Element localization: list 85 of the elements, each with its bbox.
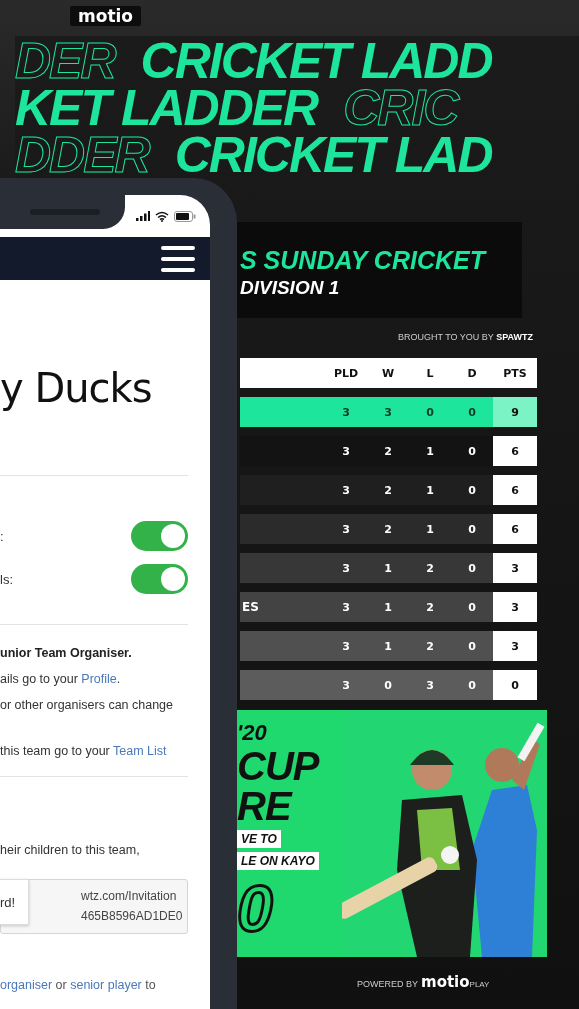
table-cell-text: 0 xyxy=(467,677,477,694)
table-cell-text: 3 xyxy=(341,560,351,577)
battery-icon xyxy=(174,210,196,222)
table-cell-text: 0 xyxy=(383,677,393,694)
table-cell-text: 1 xyxy=(383,599,393,616)
table-cell-text: 1 xyxy=(383,638,393,655)
toggle-label: : xyxy=(0,528,4,544)
table-cell-text: 2 xyxy=(383,482,393,499)
table-cell-text: 0 xyxy=(467,521,477,538)
points-cell: 6 xyxy=(493,436,537,466)
points-cell: 9 xyxy=(493,397,537,427)
text-link[interactable]: Profile xyxy=(81,672,117,686)
text-link[interactable]: organiser xyxy=(0,978,53,992)
banner-text: CRICKET LADD xyxy=(140,38,493,85)
table-cell-text: 2 xyxy=(425,599,435,616)
points-cell: 3 xyxy=(493,592,537,622)
table-cell-text: 2 xyxy=(425,560,435,577)
table-cell-text: 0 xyxy=(467,560,477,577)
signal-icon xyxy=(136,211,150,221)
sponsor-text: BROUGHT TO YOU BY SPAWTZ xyxy=(397,332,533,342)
banner-text: CRIC xyxy=(343,85,461,132)
banner-text: KET LADDER xyxy=(15,85,319,132)
table-cell-text: 3 xyxy=(341,677,351,694)
table-cell-text: 3 xyxy=(341,404,351,421)
table-cell-text: 2 xyxy=(383,443,393,460)
table-cell-text: 1 xyxy=(383,560,393,577)
table-cell-text: 0 xyxy=(467,443,477,460)
toggle-switch[interactable] xyxy=(131,564,188,594)
points-cell: 6 xyxy=(493,514,537,544)
table-cell-text: 3 xyxy=(341,521,351,538)
info-text: or other organisers can change xyxy=(0,697,175,714)
banner-text: DER xyxy=(15,38,117,85)
invite-text: heir children to this team, xyxy=(0,843,141,857)
text-link[interactable]: Team List xyxy=(113,744,167,758)
ad-headline: RE xyxy=(237,786,291,826)
competition-title: S SUNDAY CRICKET xyxy=(240,246,488,275)
footer-logo-suffix: PLAY xyxy=(469,980,490,989)
copied-tooltip: rd! xyxy=(0,879,29,925)
banner-text: CRICKET LAD xyxy=(174,132,493,179)
table-cell-text: 1 xyxy=(425,521,435,538)
table-cell-text: 2 xyxy=(383,521,393,538)
team-name: ES xyxy=(241,599,260,616)
table-cell-text: 3 xyxy=(341,599,351,616)
menu-icon[interactable] xyxy=(161,244,195,273)
points-cell: 0 xyxy=(493,670,537,700)
table-cell-text: 2 xyxy=(425,638,435,655)
powered-by-text: POWERED BY xyxy=(357,979,418,989)
footer-logo: motio xyxy=(421,973,470,991)
ad-headline: CUP xyxy=(237,746,319,786)
column-header: W xyxy=(380,365,396,382)
info-text: unior Team Organiser. xyxy=(0,645,133,662)
division-label: DIVISION 1 xyxy=(240,277,341,299)
table-cell-text: 0 xyxy=(467,638,477,655)
table-cell-text: 3 xyxy=(425,677,435,694)
team-heading: y Ducks xyxy=(0,365,153,411)
ad-tag: LE ON KAYO xyxy=(237,852,319,870)
ad-numeral: 0 xyxy=(237,874,273,944)
ad-text: '20 xyxy=(237,720,267,746)
brand-logo: motio xyxy=(70,6,142,26)
toggle-label: ls: xyxy=(0,571,13,587)
column-header: D xyxy=(466,365,478,382)
table-cell-text: 0 xyxy=(425,404,435,421)
info-text: ails go to your Profile. xyxy=(0,671,122,688)
banner-text: DDER xyxy=(15,132,151,179)
table-cell-text: 3 xyxy=(341,638,351,655)
column-header: PTS xyxy=(502,365,528,382)
table-cell-text: 3 xyxy=(383,404,393,421)
info-text: organiser or senior player to xyxy=(0,978,157,992)
table-cell-text: 0 xyxy=(467,404,477,421)
points-cell: 3 xyxy=(493,553,537,583)
table-cell-text: 0 xyxy=(467,482,477,499)
wifi-icon xyxy=(155,210,169,222)
toggle-switch[interactable] xyxy=(131,521,188,551)
column-header: PLD xyxy=(332,365,360,382)
table-cell-text: 3 xyxy=(341,482,351,499)
text-link[interactable]: senior player xyxy=(70,978,142,992)
column-header: L xyxy=(425,365,435,382)
table-cell-text: 1 xyxy=(425,443,435,460)
table-cell-text: 3 xyxy=(341,443,351,460)
points-cell: 6 xyxy=(493,475,537,505)
points-cell: 3 xyxy=(493,631,537,661)
table-cell-text: 1 xyxy=(425,482,435,499)
table-cell-text: 0 xyxy=(467,599,477,616)
info-text: this team go to your Team List xyxy=(0,743,168,760)
ad-tag: VE TO xyxy=(237,830,281,848)
